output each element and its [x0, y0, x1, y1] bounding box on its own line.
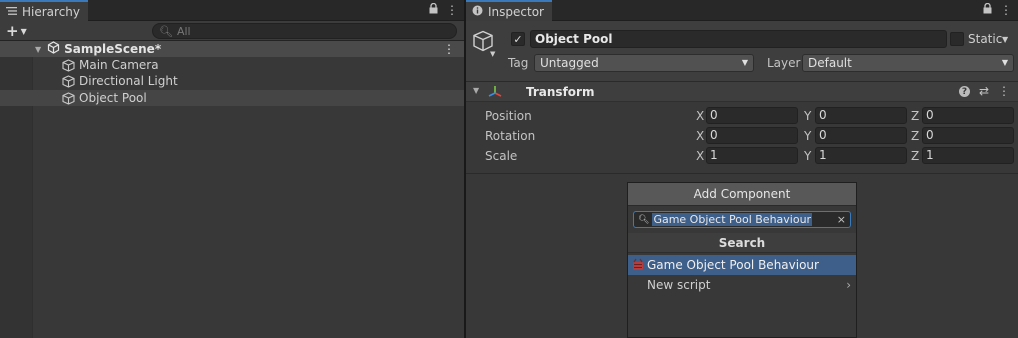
axis-x-label[interactable]: X: [696, 149, 704, 163]
static-dropdown-caret-icon[interactable]: ▼: [1002, 35, 1008, 44]
chevron-right-icon: ›: [846, 278, 851, 292]
position-y-field[interactable]: 0: [815, 107, 907, 124]
search-result-item[interactable]: Game Object Pool Behaviour: [628, 255, 856, 275]
more-menu-icon[interactable]: ⋮: [1000, 3, 1012, 17]
axis-y-label[interactable]: Y: [804, 109, 811, 123]
tab-inspector-label: Inspector: [488, 4, 544, 19]
chevron-down-icon: ▼: [1001, 58, 1008, 67]
tab-hierarchy-label: Hierarchy: [22, 4, 81, 19]
create-button[interactable]: + ▼: [6, 22, 27, 40]
transform-row-scale: Scale X 1 Y 1 Z 1: [466, 147, 1018, 165]
search-result-label: Game Object Pool Behaviour: [647, 258, 819, 272]
axis-y-label[interactable]: Y: [804, 129, 811, 143]
help-icon[interactable]: ?: [958, 86, 970, 97]
layer-label: Layer: [767, 56, 801, 70]
row-label: Scale: [485, 149, 518, 163]
tag-value: Untagged: [540, 56, 599, 70]
rotation-x-field[interactable]: 0: [706, 127, 798, 144]
axis-y-label[interactable]: Y: [804, 149, 811, 163]
component-more-icon[interactable]: ⋮: [998, 84, 1010, 98]
position-z-field[interactable]: 0: [922, 107, 1014, 124]
gameobject-cube-icon: [62, 58, 75, 72]
axis-z-label[interactable]: Z: [911, 109, 919, 123]
tag-dropdown[interactable]: Untagged ▼: [534, 54, 754, 72]
search-icon: 🔍︎: [638, 214, 650, 225]
clear-search-icon[interactable]: ×: [837, 213, 846, 226]
fold-arrow-icon[interactable]: ▼: [473, 86, 479, 95]
icon-dropdown-caret-icon[interactable]: ▼: [490, 50, 495, 58]
row-label: Rotation: [485, 129, 536, 143]
gameobject-cube-icon: [62, 74, 75, 88]
search-results-header: Search: [628, 233, 856, 253]
hierarchy-panel: Hierarchy ⋮ +▼ 🔍︎ ▼ SampleScene* ⋮ Main …: [0, 0, 464, 338]
tag-label: Tag: [508, 56, 529, 70]
hierarchy-item[interactable]: Directional Light: [0, 73, 464, 89]
search-input[interactable]: [176, 24, 445, 38]
add-component-popup: Add Component 🔍︎ Game Object Pool Behavi…: [627, 182, 857, 338]
scene-row[interactable]: ▼ SampleScene* ⋮: [0, 41, 464, 57]
tab-inspector[interactable]: Inspector: [466, 0, 552, 21]
static-label: Static: [968, 32, 1003, 46]
list-icon: [6, 5, 17, 19]
active-checkbox[interactable]: ✓: [511, 32, 525, 46]
scale-x-field[interactable]: 1: [706, 147, 798, 164]
static-checkbox[interactable]: [950, 32, 964, 46]
hierarchy-search[interactable]: 🔍︎: [152, 23, 457, 39]
new-script-label: New script: [647, 278, 711, 292]
csharp-script-icon: [633, 258, 643, 270]
layer-dropdown[interactable]: Default ▼: [802, 54, 1014, 72]
hierarchy-item[interactable]: Main Camera: [0, 57, 464, 73]
rotation-z-field[interactable]: 0: [922, 127, 1014, 144]
add-component-button[interactable]: Add Component: [628, 183, 856, 206]
scene-name: SampleScene*: [64, 42, 162, 56]
unity-scene-icon: [47, 41, 60, 57]
component-search-field[interactable]: 🔍︎ Game Object Pool Behaviour ×: [633, 211, 851, 228]
lock-icon[interactable]: [983, 2, 992, 17]
hierarchy-tabbar: Hierarchy ⋮: [0, 0, 464, 21]
transform-row-rotation: Rotation X 0 Y 0 Z 0: [466, 127, 1018, 145]
hierarchy-item-selected[interactable]: Object Pool: [0, 90, 464, 106]
search-icon: 🔍︎: [159, 24, 173, 38]
fold-arrow-icon[interactable]: ▼: [35, 45, 41, 54]
hierarchy-item-label: Directional Light: [79, 74, 178, 88]
transform-row-position: Position X 0 Y 0 Z 0: [466, 107, 1018, 125]
axis-z-label[interactable]: Z: [911, 129, 919, 143]
plus-icon: +: [6, 22, 19, 40]
gameobject-header: ▼ ✓ Object Pool Static ▼ Tag Untagged ▼ …: [466, 21, 1018, 82]
chevron-down-icon: ▼: [741, 58, 748, 67]
inspector-tabbar: Inspector ⋮: [466, 0, 1018, 21]
scale-y-field[interactable]: 1: [815, 147, 907, 164]
transform-header[interactable]: ▼ Transform ? ⇄ ⋮: [466, 82, 1018, 102]
lock-icon[interactable]: [429, 2, 438, 17]
hierarchy-item-label: Object Pool: [79, 91, 147, 105]
rotation-y-field[interactable]: 0: [815, 127, 907, 144]
gameobject-cube-icon: [62, 91, 75, 105]
transform-title: Transform: [526, 85, 595, 99]
divider: [466, 173, 1018, 174]
chevron-down-icon: ▼: [20, 26, 27, 36]
presets-icon[interactable]: ⇄: [979, 84, 989, 98]
axis-x-label[interactable]: X: [696, 129, 704, 143]
layer-value: Default: [808, 56, 852, 70]
info-icon: [472, 5, 483, 19]
hierarchy-toolbar: + ▼ 🔍︎: [0, 21, 464, 41]
transform-axes-icon: [488, 86, 502, 97]
more-menu-icon[interactable]: ⋮: [446, 3, 458, 17]
scene-more-icon[interactable]: ⋮: [443, 42, 455, 56]
component-search-value[interactable]: Game Object Pool Behaviour: [652, 213, 813, 226]
axis-x-label[interactable]: X: [696, 109, 704, 123]
tab-hierarchy[interactable]: Hierarchy: [0, 0, 89, 21]
gameobject-cube-icon[interactable]: [472, 30, 494, 52]
row-label: Position: [485, 109, 532, 123]
inspector-panel: Inspector ⋮ ▼ ✓ Object Pool Static ▼ Tag…: [466, 0, 1018, 338]
hierarchy-item-label: Main Camera: [79, 58, 159, 72]
scale-z-field[interactable]: 1: [922, 147, 1014, 164]
new-script-item[interactable]: New script ›: [628, 275, 856, 295]
axis-z-label[interactable]: Z: [911, 149, 919, 163]
position-x-field[interactable]: 0: [706, 107, 798, 124]
object-name-field[interactable]: Object Pool: [530, 30, 947, 48]
